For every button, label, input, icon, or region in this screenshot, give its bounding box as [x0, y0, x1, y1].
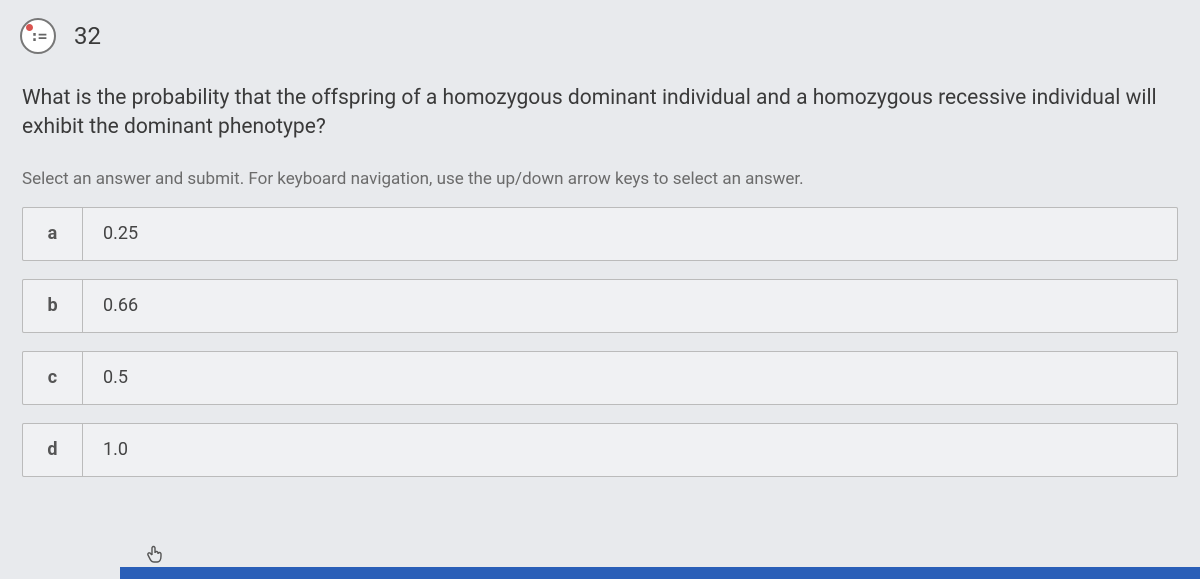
instruction-text: Select an answer and submit. For keyboar…	[22, 169, 1178, 189]
question-list-icon[interactable]: :=	[20, 18, 56, 54]
option-letter: b	[23, 280, 83, 332]
option-value: 0.5	[83, 352, 128, 404]
answer-options: a 0.25 b 0.66 c 0.5 d 1.0	[22, 207, 1178, 477]
question-header: := 32	[0, 0, 1200, 64]
answer-option-b[interactable]: b 0.66	[22, 279, 1178, 333]
option-letter: c	[23, 352, 83, 404]
option-value: 1.0	[83, 424, 128, 476]
question-content: What is the probability that the offspri…	[0, 64, 1200, 497]
question-number: 32	[74, 22, 101, 50]
list-icon-glyph: :=	[30, 27, 46, 45]
answer-option-a[interactable]: a 0.25	[22, 207, 1178, 261]
question-text: What is the probability that the offspri…	[22, 84, 1178, 143]
option-value: 0.66	[83, 280, 138, 332]
answer-option-d[interactable]: d 1.0	[22, 423, 1178, 477]
progress-bar	[120, 567, 1200, 579]
option-letter: d	[23, 424, 83, 476]
answer-option-c[interactable]: c 0.5	[22, 351, 1178, 405]
option-value: 0.25	[83, 208, 138, 260]
option-letter: a	[23, 208, 83, 260]
